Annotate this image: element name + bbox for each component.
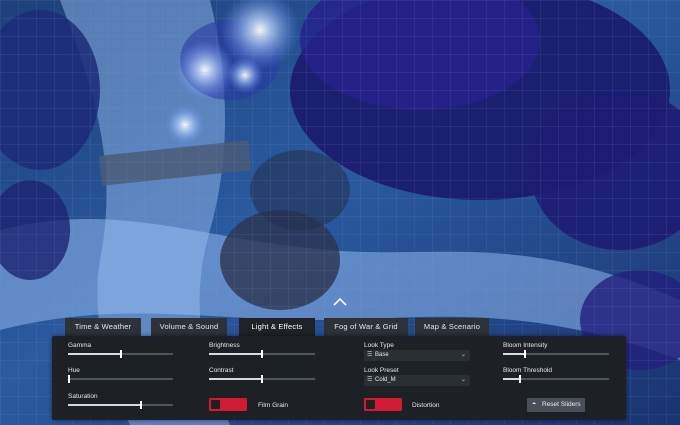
bloom-intensity-slider[interactable] xyxy=(503,350,609,358)
bloom-intensity-label: Bloom Intensity xyxy=(503,342,548,349)
hue-label: Hue xyxy=(68,367,80,374)
distortion-label: Distortion xyxy=(412,402,440,409)
film-grain-label: Film Grain xyxy=(258,402,288,409)
gamma-label: Gamma xyxy=(68,342,92,349)
saturation-slider[interactable] xyxy=(68,401,173,409)
toggle-knob xyxy=(211,400,220,409)
reset-sliders-button[interactable]: ◓ Reset Sliders xyxy=(527,398,585,412)
gauge-icon: ◓ xyxy=(532,401,537,408)
look-preset-value: Cold_M xyxy=(375,377,396,383)
tab-fog-of-war-grid[interactable]: Fog of War & Grid xyxy=(324,318,408,336)
brightness-slider[interactable] xyxy=(209,350,315,358)
look-type-label: Look Type xyxy=(364,342,394,349)
look-preset-label: Look Preset xyxy=(364,367,399,374)
toggle-knob xyxy=(366,400,375,409)
bloom-threshold-label: Bloom Threshold xyxy=(503,367,553,374)
hue-slider[interactable] xyxy=(68,375,173,383)
tab-volume-sound[interactable]: Volume & Sound xyxy=(151,318,227,336)
distortion-toggle[interactable] xyxy=(364,398,402,411)
look-type-select[interactable]: ☰ Base ⌄ xyxy=(364,350,470,361)
chevron-up-icon[interactable] xyxy=(332,296,348,308)
look-preset-select[interactable]: ☰ Cold_M ⌄ xyxy=(364,375,470,386)
list-icon: ☰ xyxy=(367,352,373,358)
film-grain-toggle[interactable] xyxy=(209,398,247,411)
list-icon: ☰ xyxy=(367,377,373,383)
gamma-slider[interactable] xyxy=(68,350,173,358)
reset-sliders-label: Reset Sliders xyxy=(542,401,581,408)
chevron-down-icon: ⌄ xyxy=(460,377,466,383)
tab-time-weather[interactable]: Time & Weather xyxy=(65,318,141,336)
contrast-label: Contrast xyxy=(209,367,234,374)
tab-light-effects[interactable]: Light & Effects xyxy=(239,318,315,336)
bloom-threshold-slider[interactable] xyxy=(503,375,609,383)
chevron-down-icon: ⌄ xyxy=(460,352,466,358)
contrast-slider[interactable] xyxy=(209,375,315,383)
saturation-label: Saturation xyxy=(68,393,98,400)
look-type-value: Base xyxy=(375,352,389,358)
brightness-label: Brightness xyxy=(209,342,240,349)
tab-map-scenario[interactable]: Map & Scenario xyxy=(415,318,489,336)
